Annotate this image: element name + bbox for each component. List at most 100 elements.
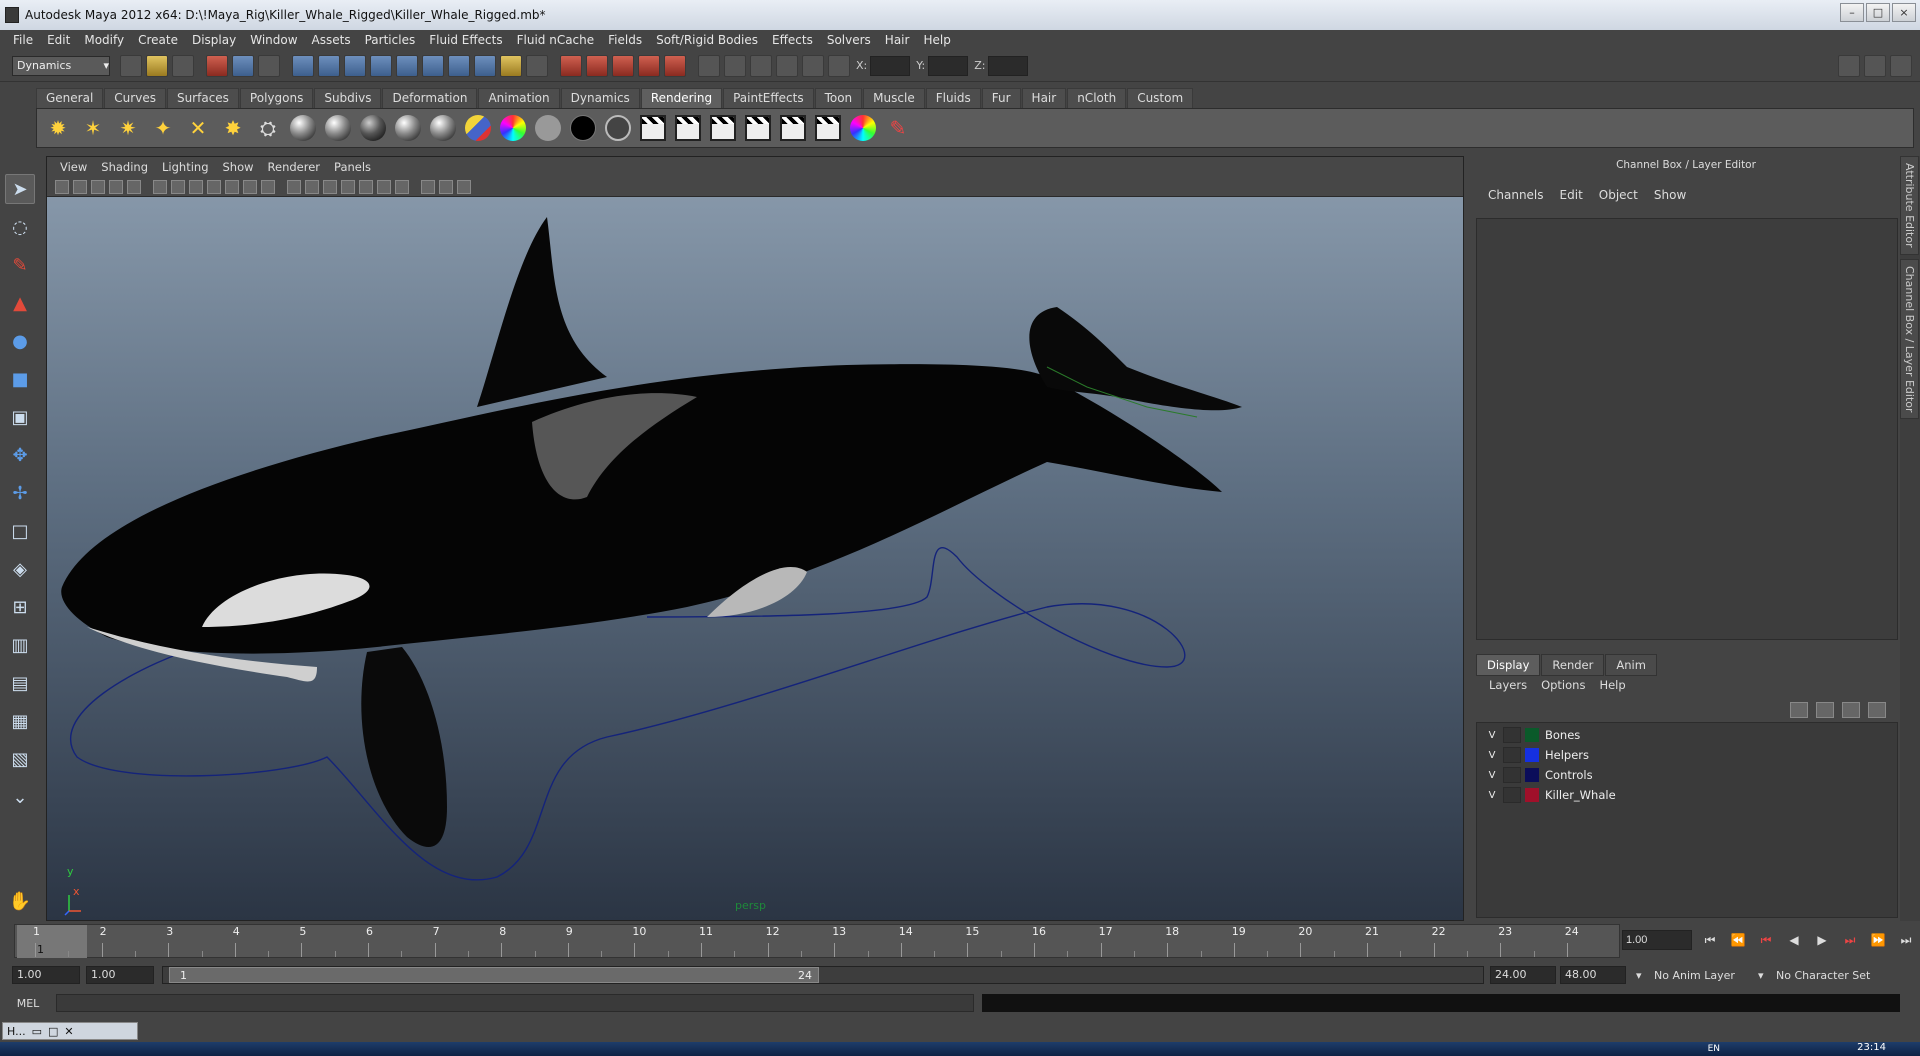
layer-name[interactable]: Controls	[1545, 768, 1593, 782]
layer-visibility-toggle[interactable]: V	[1481, 750, 1503, 761]
ambient-light-icon[interactable]: ✹	[43, 113, 73, 143]
spot-light-icon[interactable]: ✦	[148, 113, 178, 143]
highlight-selection-icon[interactable]	[526, 54, 548, 77]
paint-brush-icon[interactable]: ✎	[883, 113, 913, 143]
maximize-icon[interactable]: □	[48, 1025, 58, 1038]
close-button[interactable]: ×	[1892, 3, 1916, 22]
channel-box-menu-edit[interactable]: Edit	[1552, 188, 1591, 202]
play-backwards-icon[interactable]: ◀	[1784, 930, 1804, 950]
area-light-icon[interactable]: ✕	[183, 113, 213, 143]
shelf-tab-polygons[interactable]: Polygons	[239, 88, 314, 108]
show-manipulator-icon[interactable]: ✢	[5, 478, 35, 508]
maya-app-icon[interactable]	[5, 7, 19, 23]
layer-color-swatch[interactable]	[1525, 768, 1539, 782]
shelf-tab-fur[interactable]: Fur	[981, 88, 1021, 108]
animation-end-field[interactable]: 48.00	[1560, 966, 1626, 984]
gate-mask-icon[interactable]	[207, 179, 221, 194]
menu-solvers[interactable]: Solvers	[820, 33, 878, 47]
side-tab-channel-box[interactable]: Channel Box / Layer Editor	[1900, 258, 1919, 420]
side-tab-attribute-editor[interactable]: Attribute Editor	[1900, 156, 1919, 255]
panel-menu-renderer[interactable]: Renderer	[261, 160, 328, 174]
scale-tool-icon[interactable]: ■	[5, 364, 35, 394]
menu-display[interactable]: Display	[185, 33, 243, 47]
render-settings-clapboard-icon[interactable]	[708, 113, 738, 143]
range-slider-handle[interactable]: 1 24	[169, 967, 819, 983]
layer-visibility-toggle[interactable]: V	[1481, 730, 1503, 741]
mel-command-input[interactable]	[56, 994, 974, 1012]
go-to-end-icon[interactable]: ⏭	[1896, 930, 1916, 950]
menu-create[interactable]: Create	[131, 33, 185, 47]
last-tool-icon[interactable]: □	[5, 516, 35, 546]
show-channel-box-icon[interactable]	[1890, 54, 1912, 77]
channel-box-menu-show[interactable]: Show	[1646, 188, 1694, 202]
language-indicator[interactable]: EN	[1708, 1044, 1720, 1054]
step-back-frame-icon[interactable]: ⏪	[1728, 930, 1748, 950]
minimize-button[interactable]: –	[1840, 3, 1864, 22]
current-time-field[interactable]	[1622, 930, 1692, 950]
move-layer-up-icon[interactable]	[1790, 702, 1808, 718]
layer-menu-help[interactable]: Help	[1592, 678, 1632, 692]
layer-playback-toggle[interactable]	[1503, 727, 1521, 743]
grid-icon[interactable]	[153, 179, 167, 194]
restore-icon[interactable]: ▭	[32, 1025, 42, 1038]
layer-menu-layers[interactable]: Layers	[1482, 678, 1534, 692]
layer-tab-anim[interactable]: Anim	[1605, 654, 1657, 676]
resolution-gate-icon[interactable]	[189, 179, 203, 194]
layer-menu-options[interactable]: Options	[1534, 678, 1592, 692]
hypershade-layout-icon[interactable]: ▦	[5, 706, 35, 736]
menu-edit[interactable]: Edit	[40, 33, 77, 47]
safe-title-icon[interactable]	[261, 179, 275, 194]
paint-select-tool-icon[interactable]: ✎	[5, 250, 35, 280]
persp-outliner-layout-icon[interactable]: ▥	[5, 630, 35, 660]
select-object-icon[interactable]	[232, 54, 254, 77]
panel-menu-lighting[interactable]: Lighting	[155, 160, 215, 174]
layer-tab-display[interactable]: Display	[1476, 654, 1541, 676]
xray-icon[interactable]	[439, 179, 453, 194]
panel-menu-panels[interactable]: Panels	[327, 160, 378, 174]
show-tool-settings-icon[interactable]	[1864, 54, 1886, 77]
menu-fields[interactable]: Fields	[601, 33, 649, 47]
rainbow-shader-icon[interactable]	[498, 113, 528, 143]
expand-layouts-icon[interactable]: ⌄	[5, 782, 35, 812]
film-gate-icon[interactable]	[171, 179, 185, 194]
select-deformations-icon[interactable]	[396, 54, 418, 77]
panel-menu-shading[interactable]: Shading	[94, 160, 155, 174]
wireframe-on-shaded-icon[interactable]	[323, 179, 337, 194]
select-joints-icon[interactable]	[318, 54, 340, 77]
pick-mask-icon[interactable]	[292, 54, 314, 77]
select-component-icon[interactable]	[258, 54, 280, 77]
shelf-tab-curves[interactable]: Curves	[104, 88, 166, 108]
xray-joints-icon[interactable]	[457, 179, 471, 194]
animation-start-field[interactable]: 1.00	[12, 966, 80, 984]
close-icon[interactable]: ✕	[64, 1025, 73, 1038]
shelf-tab-fluids[interactable]: Fluids	[925, 88, 981, 108]
layer-row[interactable]: V Controls	[1477, 765, 1897, 785]
select-misc-icon[interactable]	[474, 54, 496, 77]
shelf-tab-surfaces[interactable]: Surfaces	[166, 88, 239, 108]
quick-layout-icon[interactable]: ✋	[5, 886, 35, 916]
layer-row[interactable]: V Killer_Whale	[1477, 785, 1897, 805]
mel-language-label[interactable]: MEL	[0, 997, 56, 1010]
layer-color-swatch[interactable]	[1525, 788, 1539, 802]
channel-box-menu-object[interactable]: Object	[1591, 188, 1646, 202]
menu-window[interactable]: Window	[243, 33, 304, 47]
field-chart-icon[interactable]	[225, 179, 239, 194]
hypershade-sphere-icon[interactable]	[848, 113, 878, 143]
layer-visibility-toggle[interactable]: V	[1481, 770, 1503, 781]
two-d-pan-zoom-icon[interactable]	[127, 179, 141, 194]
move-layer-down-icon[interactable]	[1816, 702, 1834, 718]
select-tool-icon[interactable]: ➤	[5, 174, 35, 204]
ipr-render-icon[interactable]	[802, 54, 824, 77]
shelf-tab-dynamics[interactable]: Dynamics	[560, 88, 640, 108]
make-live-icon[interactable]	[664, 54, 686, 77]
layer-playback-toggle[interactable]	[1503, 767, 1521, 783]
layer-color-swatch[interactable]	[1525, 748, 1539, 762]
step-forward-frame-icon[interactable]: ⏩	[1868, 930, 1888, 950]
new-scene-icon[interactable]	[120, 54, 142, 77]
menu-set-dropdown[interactable]: Dynamics ▾	[12, 55, 110, 76]
menu-hair[interactable]: Hair	[878, 33, 917, 47]
batch-render-icon[interactable]	[813, 113, 843, 143]
shelf-tab-custom[interactable]: Custom	[1127, 88, 1194, 108]
hypershade-icon[interactable]	[743, 113, 773, 143]
layer-row[interactable]: V Helpers	[1477, 745, 1897, 765]
